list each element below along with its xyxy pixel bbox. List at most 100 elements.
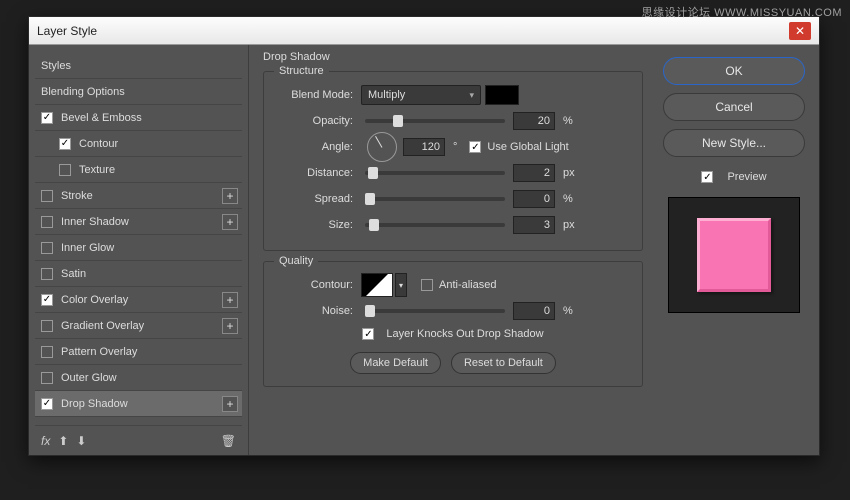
- check-icon[interactable]: [41, 190, 53, 202]
- styles-panel: Styles Blending Options Bevel & Emboss C…: [29, 45, 249, 455]
- angle-unit: °: [453, 141, 457, 153]
- trash-icon[interactable]: 🗑: [221, 434, 236, 448]
- noise-value[interactable]: 0: [513, 302, 555, 320]
- plus-icon[interactable]: +: [222, 188, 238, 204]
- angle-value[interactable]: 120: [403, 138, 445, 156]
- noise-unit: %: [563, 305, 573, 317]
- spread-value[interactable]: 0: [513, 190, 555, 208]
- plus-icon[interactable]: +: [222, 396, 238, 412]
- label: Inner Glow: [61, 242, 114, 254]
- spread-slider[interactable]: [365, 197, 505, 201]
- styles-row-inner-shadow[interactable]: Inner Shadow+: [35, 209, 242, 235]
- ok-button[interactable]: OK: [663, 57, 805, 85]
- label: Bevel & Emboss: [61, 112, 142, 124]
- structure-legend: Structure: [274, 65, 329, 77]
- make-default-button[interactable]: Make Default: [350, 352, 441, 374]
- layer-style-dialog: Layer Style ✕ Styles Blending Options Be…: [28, 16, 820, 456]
- shadow-color-swatch[interactable]: [485, 85, 519, 105]
- angle-dial[interactable]: [367, 132, 397, 162]
- preview-swatch: [697, 218, 771, 292]
- fx-icon[interactable]: fx: [41, 434, 50, 448]
- size-slider[interactable]: [365, 223, 505, 227]
- styles-row-inner-glow[interactable]: Inner Glow: [35, 235, 242, 261]
- styles-row-satin[interactable]: Satin: [35, 261, 242, 287]
- distance-slider[interactable]: [365, 171, 505, 175]
- styles-row-outer-glow[interactable]: Outer Glow: [35, 365, 242, 391]
- distance-label: Distance:: [276, 167, 361, 179]
- styles-footer: fx ⬆ ⬇ 🗑: [35, 425, 242, 455]
- panel-heading: Drop Shadow: [263, 51, 643, 63]
- arrow-down-icon[interactable]: ⬇: [76, 434, 86, 448]
- opacity-value[interactable]: 20: [513, 112, 555, 130]
- styles-row-drop-shadow[interactable]: Drop Shadow+: [35, 391, 242, 417]
- reset-default-button[interactable]: Reset to Default: [451, 352, 556, 374]
- styles-row-gradient-overlay[interactable]: Gradient Overlay +: [35, 313, 242, 339]
- angle-label: Angle:: [276, 141, 361, 153]
- anti-alias-label: Anti-aliased: [439, 279, 496, 291]
- check-icon[interactable]: [41, 346, 53, 358]
- label: Gradient Overlay: [61, 320, 144, 332]
- contour-swatch[interactable]: [361, 273, 393, 297]
- styles-row-styles[interactable]: Styles: [35, 53, 242, 79]
- preview-check[interactable]: [701, 171, 713, 183]
- blend-mode-select[interactable]: Multiply ▾: [361, 85, 481, 105]
- label: Texture: [79, 164, 115, 176]
- label: Stroke: [61, 190, 93, 202]
- styles-list: Styles Blending Options Bevel & Emboss C…: [35, 53, 242, 425]
- label: Color Overlay: [61, 294, 128, 306]
- check-icon[interactable]: [59, 138, 71, 150]
- noise-slider[interactable]: [365, 309, 505, 313]
- spread-unit: %: [563, 193, 573, 205]
- new-style-button[interactable]: New Style...: [663, 129, 805, 157]
- opacity-label: Opacity:: [276, 115, 361, 127]
- chevron-down-icon: ▾: [469, 90, 474, 101]
- contour-label: Contour:: [276, 279, 361, 291]
- use-global-label: Use Global Light: [487, 141, 568, 153]
- plus-icon[interactable]: +: [222, 214, 238, 230]
- plus-icon[interactable]: +: [222, 292, 238, 308]
- check-icon[interactable]: [41, 268, 53, 280]
- distance-unit: px: [563, 167, 575, 179]
- check-icon[interactable]: [59, 164, 71, 176]
- arrow-up-icon[interactable]: ⬆: [58, 434, 68, 448]
- check-icon[interactable]: [41, 294, 53, 306]
- structure-group: Structure Blend Mode: Multiply ▾ Opacity…: [263, 71, 643, 251]
- label: Styles: [41, 60, 71, 72]
- select-value: Multiply: [368, 89, 405, 101]
- dialog-title: Layer Style: [37, 24, 789, 38]
- distance-value[interactable]: 2: [513, 164, 555, 182]
- anti-alias-check[interactable]: [421, 279, 433, 291]
- quality-group: Quality Contour: ▾ Anti-aliased Noise: 0: [263, 261, 643, 387]
- size-value[interactable]: 3: [513, 216, 555, 234]
- cancel-button[interactable]: Cancel: [663, 93, 805, 121]
- styles-row-texture[interactable]: Texture: [35, 157, 242, 183]
- label: Satin: [61, 268, 86, 280]
- check-icon[interactable]: [41, 242, 53, 254]
- contour-dropdown[interactable]: ▾: [395, 273, 407, 297]
- use-global-check[interactable]: [469, 141, 481, 153]
- preview-label: Preview: [727, 171, 766, 183]
- styles-row-color-overlay[interactable]: Color Overlay +: [35, 287, 242, 313]
- close-button[interactable]: ✕: [789, 22, 811, 40]
- styles-row-pattern-overlay[interactable]: Pattern Overlay: [35, 339, 242, 365]
- label: Outer Glow: [61, 372, 117, 384]
- styles-row-contour[interactable]: Contour: [35, 131, 242, 157]
- check-icon[interactable]: [41, 372, 53, 384]
- opacity-slider[interactable]: [365, 119, 505, 123]
- knockout-label: Layer Knocks Out Drop Shadow: [386, 328, 543, 340]
- blend-mode-label: Blend Mode:: [276, 89, 361, 101]
- check-icon[interactable]: [41, 112, 53, 124]
- styles-row-stroke[interactable]: Stroke +: [35, 183, 242, 209]
- styles-row-bevel[interactable]: Bevel & Emboss: [35, 105, 242, 131]
- spread-label: Spread:: [276, 193, 361, 205]
- size-label: Size:: [276, 219, 361, 231]
- check-icon[interactable]: [41, 216, 53, 228]
- quality-legend: Quality: [274, 255, 318, 267]
- label: Pattern Overlay: [61, 346, 137, 358]
- check-icon[interactable]: [41, 398, 53, 410]
- check-icon[interactable]: [41, 320, 53, 332]
- plus-icon[interactable]: +: [222, 318, 238, 334]
- styles-row-blending[interactable]: Blending Options: [35, 79, 242, 105]
- knockout-check[interactable]: [362, 328, 374, 340]
- settings-panel: Drop Shadow Structure Blend Mode: Multip…: [249, 45, 657, 455]
